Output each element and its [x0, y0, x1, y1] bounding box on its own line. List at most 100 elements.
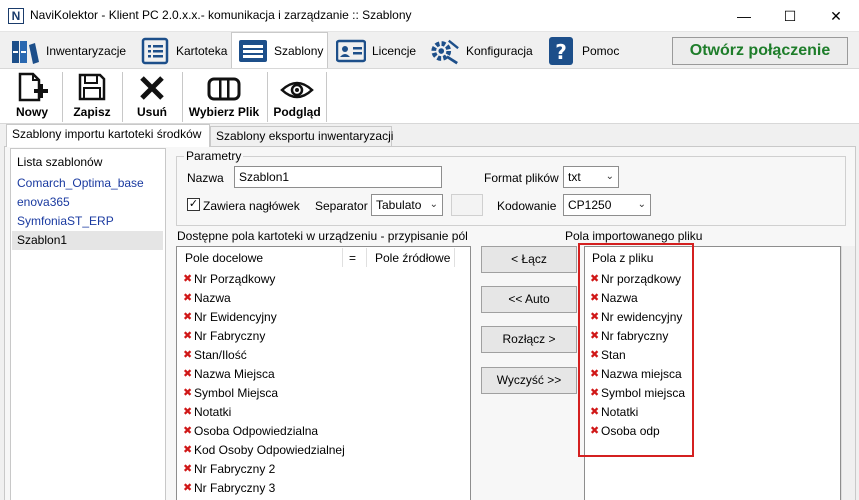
eye-icon — [280, 81, 314, 99]
auto-connect-button[interactable]: << Auto — [481, 286, 577, 313]
template-item[interactable]: enova365 — [12, 193, 163, 212]
unassigned-x-icon: ✖ — [183, 368, 193, 380]
unassigned-x-icon: ✖ — [183, 292, 193, 304]
template-item[interactable]: SymfoniaST_ERP — [12, 212, 163, 231]
disconnect-button[interactable]: Rozłącz > — [481, 326, 577, 353]
list-item-label: Nazwa — [194, 291, 231, 305]
file-format-select[interactable]: txt ⌄ — [563, 166, 619, 188]
tab-inwentaryzacje[interactable]: Inwentaryzacje — [4, 34, 132, 68]
scrollbar[interactable] — [841, 246, 855, 500]
list-item-label: Nr Ewidencyjny — [194, 310, 277, 324]
tab-szablony[interactable]: Szablony — [231, 32, 328, 68]
delete-button-label: Usuń — [137, 105, 167, 119]
list-item[interactable]: ✖ Stan/Ilość — [183, 346, 463, 365]
tab-licencje[interactable]: Licencje — [330, 34, 422, 68]
template-list-header: Lista szablonów — [17, 155, 103, 169]
separator-select[interactable]: Tabulato ⌄ — [371, 194, 443, 216]
separator-custom-field[interactable] — [451, 194, 483, 216]
encoding-label: Kodowanie — [497, 199, 557, 213]
preview-button[interactable]: Podgląd — [270, 72, 324, 122]
imported-fields-title: Pola importowanego pliku — [565, 229, 703, 243]
open-connection-button[interactable]: Otwórz połączenie — [672, 37, 848, 65]
toolbar-divider — [182, 72, 183, 122]
subtab-export-templates[interactable]: Szablony eksportu inwentaryzacji — [210, 126, 393, 146]
maximize-button[interactable]: ☐ — [767, 0, 813, 32]
tab-kartoteka[interactable]: Kartoteka — [134, 34, 230, 68]
list-item-label: Nr Porządkowy — [194, 272, 276, 286]
template-icon — [238, 36, 268, 66]
pick-file-button[interactable]: Wybierz Plik — [186, 72, 262, 122]
unassigned-x-icon: ✖ — [183, 425, 193, 437]
tab-konfiguracja[interactable]: Konfiguracja — [424, 34, 538, 68]
column-divider — [366, 248, 367, 267]
delete-button[interactable]: Usuń — [128, 72, 176, 122]
toolbar-divider — [267, 72, 268, 122]
template-item-selected[interactable]: Szablon1 — [12, 231, 163, 250]
toolbar-divider — [326, 72, 327, 122]
list-item-label: Symbol Miejsca — [194, 386, 279, 400]
list-item-label: Nr Fabryczny 2 — [194, 462, 276, 476]
window-title: NaviKolektor - Klient PC 2.0.x.x.- komun… — [30, 8, 412, 22]
encoding-select[interactable]: CP1250 ⌄ — [563, 194, 651, 216]
file-format-value: txt — [568, 170, 581, 184]
headers-checkbox[interactable]: ✓ — [187, 198, 200, 211]
question-icon: ? — [546, 36, 576, 66]
unassigned-x-icon: ✖ — [183, 406, 193, 418]
tab-label: Szablony — [274, 43, 324, 58]
list-item[interactable]: ✖ Osoba Odpowiedzialna — [183, 422, 463, 441]
list-item[interactable]: ✖ Kod Osoby Odpowiedzialnej — [183, 441, 463, 460]
save-button[interactable]: Zapisz — [66, 72, 118, 122]
column-header-equals[interactable]: = — [349, 251, 356, 265]
list-item[interactable]: ✖ Symbol Miejsca — [183, 384, 463, 403]
gear-icon — [430, 36, 460, 66]
list-item[interactable]: ✖ Nr Fabryczny 3 — [183, 479, 463, 498]
chevron-down-icon: ⌄ — [605, 171, 614, 182]
chevron-down-icon: ⌄ — [429, 199, 438, 210]
unassigned-x-icon: ✖ — [183, 330, 193, 342]
unassigned-x-icon: ✖ — [183, 273, 193, 285]
new-document-icon — [18, 72, 48, 102]
list-item[interactable]: ✖ Nazwa Miejsca — [183, 365, 463, 384]
list-item-label: Nr Fabryczny 3 — [194, 481, 276, 495]
column-header-source[interactable]: Pole źródłowe — [375, 251, 450, 265]
connect-fields-button[interactable]: < Łącz — [481, 246, 577, 273]
list-icon — [140, 36, 170, 66]
list-item[interactable]: ✖ Nr Fabryczny — [183, 327, 463, 346]
id-card-icon — [336, 36, 366, 66]
name-label: Nazwa — [187, 171, 224, 185]
unassigned-x-icon: ✖ — [183, 444, 193, 456]
tab-label: Konfiguracja — [466, 44, 533, 58]
save-button-label: Zapisz — [73, 105, 111, 119]
tab-label: Pomoc — [582, 44, 620, 58]
unassigned-x-icon: ✖ — [183, 349, 193, 361]
available-fields-title: Dostępne pola kartoteki w urządzeniu - p… — [177, 229, 468, 243]
separator-value: Tabulato — [376, 198, 422, 212]
column-divider — [342, 248, 343, 267]
list-item[interactable]: ✖ Nazwa — [183, 289, 463, 308]
minimize-button[interactable]: — — [721, 0, 767, 32]
tab-label: Inwentaryzacje — [46, 44, 127, 58]
list-item[interactable]: ✖ Notatki — [183, 403, 463, 422]
subtab-import-templates[interactable]: Szablony importu kartoteki środków — [6, 124, 210, 147]
clear-all-button[interactable]: Wyczyść >> — [481, 367, 577, 394]
close-button[interactable]: ✕ — [813, 0, 859, 32]
column-header-destination[interactable]: Pole docelowe — [185, 251, 263, 265]
pick-file-button-label: Wybierz Plik — [188, 105, 260, 119]
tab-pomoc[interactable]: ? Pomoc — [540, 34, 624, 68]
preview-button-label: Podgląd — [273, 105, 321, 119]
available-fields-rows: ✖ Nr Porządkowy ✖ Nazwa ✖ Nr Ewidencyjny ✖ Nr F… — [183, 270, 463, 498]
unassigned-x-icon: ✖ — [183, 311, 193, 323]
unassigned-x-icon: ✖ — [183, 387, 193, 399]
list-item[interactable]: ✖ Nr Porządkowy — [183, 270, 463, 289]
highlight-frame — [578, 243, 694, 457]
list-item[interactable]: ✖ Nr Ewidencyjny — [183, 308, 463, 327]
column-divider — [454, 248, 455, 267]
list-item[interactable]: ✖ Nr Fabryczny 2 — [183, 460, 463, 479]
template-item[interactable]: Comarch_Optima_base — [12, 174, 163, 193]
new-button[interactable]: Nowy — [8, 72, 56, 122]
headers-label: Zawiera nagłówek — [203, 199, 300, 213]
separator-label: Separator — [315, 199, 368, 213]
list-item-label: Nr Fabryczny — [194, 329, 266, 343]
parameters-legend: Parametry — [184, 149, 244, 163]
name-input[interactable]: Szablon1 — [234, 166, 442, 188]
